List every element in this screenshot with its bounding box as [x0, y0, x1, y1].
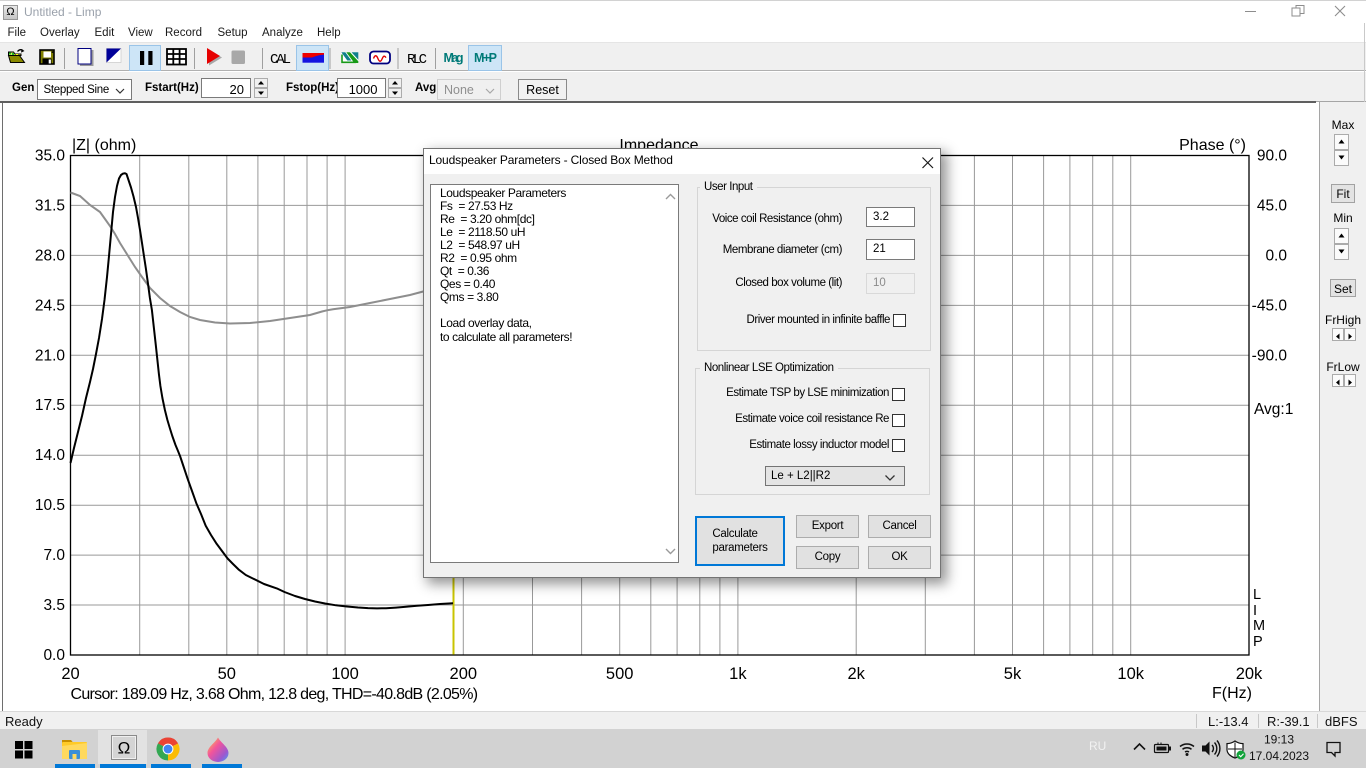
svg-text:L: L [1253, 587, 1261, 603]
svg-text:M+P: M+P [474, 51, 497, 65]
svg-text:14.0: 14.0 [35, 447, 66, 464]
svg-text:|Z| (ohm): |Z| (ohm) [72, 137, 136, 154]
svg-text:19:13: 19:13 [1264, 733, 1294, 747]
svg-text:RLC: RLC [407, 52, 427, 68]
svg-text:90.0: 90.0 [1257, 148, 1288, 165]
svg-text:20: 20 [61, 665, 79, 683]
svg-text:F(Hz): F(Hz) [1212, 685, 1252, 702]
svg-text:500: 500 [606, 665, 634, 683]
svg-text:M: M [1253, 618, 1265, 634]
svg-text:Mag: Mag [444, 51, 464, 65]
svg-text:Cursor: 189.09 Hz, 3.68 Ohm, 1: Cursor: 189.09 Hz, 3.68 Ohm, 12.8 deg, T… [71, 686, 478, 703]
svg-text:-45.0: -45.0 [1252, 297, 1288, 314]
svg-text:P: P [1253, 634, 1263, 650]
svg-text:RU: RU [1089, 739, 1106, 753]
svg-text:0.0: 0.0 [43, 647, 65, 664]
svg-text:35.0: 35.0 [35, 148, 66, 165]
svg-text:200: 200 [450, 665, 478, 683]
svg-text:I: I [1253, 603, 1257, 619]
svg-text:17.04.2023: 17.04.2023 [1249, 749, 1309, 763]
svg-text:5k: 5k [1004, 665, 1022, 683]
svg-text:21.0: 21.0 [35, 347, 66, 364]
svg-text:0.0: 0.0 [1265, 247, 1287, 264]
svg-text:2k: 2k [847, 665, 865, 683]
svg-text:Avg:1: Avg:1 [1254, 401, 1293, 418]
svg-text:31.5: 31.5 [35, 197, 65, 214]
svg-text:Phase (°): Phase (°) [1179, 137, 1246, 154]
svg-text:17.5: 17.5 [35, 397, 65, 414]
svg-text:20k: 20k [1236, 665, 1263, 683]
svg-text:45.0: 45.0 [1257, 197, 1288, 214]
svg-text:10k: 10k [1117, 665, 1144, 683]
svg-text:3.5: 3.5 [43, 597, 65, 614]
svg-text:100: 100 [331, 665, 359, 683]
svg-text:28.0: 28.0 [35, 247, 66, 264]
svg-text:10.5: 10.5 [35, 497, 65, 514]
svg-text:CAL: CAL [270, 52, 291, 68]
svg-text:Ω: Ω [118, 739, 131, 758]
svg-text:1k: 1k [729, 665, 747, 683]
svg-text:-90.0: -90.0 [1252, 347, 1288, 364]
svg-text:7.0: 7.0 [43, 547, 65, 564]
svg-text:50: 50 [218, 665, 236, 683]
svg-text:24.5: 24.5 [35, 297, 65, 314]
